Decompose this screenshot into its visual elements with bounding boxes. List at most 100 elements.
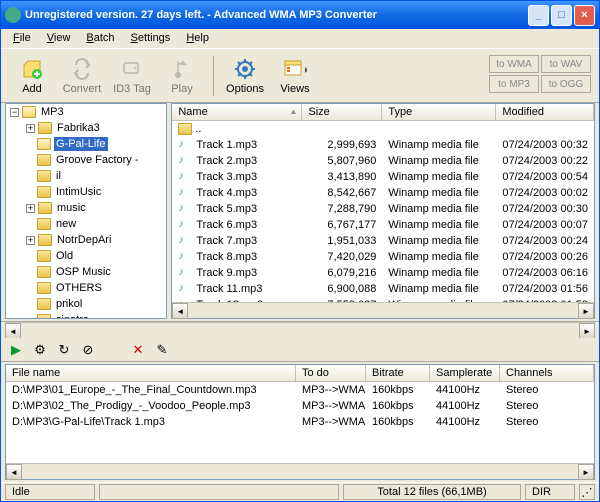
folder-icon — [37, 186, 51, 198]
toolbar: Add Convert ID3 Tag Play Options Views t… — [1, 49, 599, 103]
scroll-right-button[interactable]: ► — [578, 303, 594, 319]
file-row[interactable]: Track 1.mp3 2,999,693 Winamp media file … — [172, 137, 594, 153]
queue-edit-button[interactable]: ✎ — [153, 341, 171, 359]
folder-tree[interactable]: −MP3 + Fabrika3G-Pal-LifeGroove Factory -i… — [5, 103, 167, 319]
sort-asc-icon: ▲ — [289, 107, 297, 116]
folder-icon — [37, 250, 51, 262]
queue-toolbar: ▶ ⚙ ↻ ⊘ ✕ ✎ — [1, 338, 599, 362]
mp3-icon — [178, 266, 192, 280]
scroll-track[interactable] — [22, 464, 578, 479]
scroll-right-button[interactable]: ► — [579, 323, 595, 339]
to-mp3-button[interactable]: to MP3 — [489, 75, 539, 93]
up-dir-row[interactable]: .. — [172, 121, 594, 137]
scroll-right-button[interactable]: ► — [578, 464, 594, 480]
tree-node[interactable]: +NotrDepAri — [6, 232, 166, 248]
menu-batch[interactable]: Batch — [78, 29, 122, 48]
queue-header-samplerate[interactable]: Samplerate — [430, 365, 500, 381]
queue-header-todo[interactable]: To do — [296, 365, 366, 381]
queue-header-bitrate[interactable]: Bitrate — [366, 365, 430, 381]
folder-open-icon — [22, 106, 36, 118]
tree-node[interactable]: OSP Music — [6, 264, 166, 280]
options-button[interactable]: Options — [222, 53, 268, 99]
tree-node[interactable]: new — [6, 216, 166, 232]
tree-node[interactable]: OTHERS — [6, 280, 166, 296]
tree-label: Fabrika3 — [55, 121, 102, 135]
file-row[interactable]: Track 6.mp3 6,767,177 Winamp media file … — [172, 217, 594, 233]
views-label: Views — [280, 83, 309, 95]
titlebar[interactable]: Unregistered version. 27 days left. - Ad… — [1, 1, 599, 29]
menu-settings[interactable]: Settings — [123, 29, 179, 48]
convert-icon — [70, 57, 94, 81]
collapse-icon[interactable]: − — [10, 108, 19, 117]
close-button[interactable]: × — [574, 5, 595, 26]
queue-panel: File name To do Bitrate Samplerate Chann… — [5, 364, 595, 480]
tree-node[interactable]: sinatra — [6, 312, 166, 319]
add-button[interactable]: Add — [9, 53, 55, 99]
queue-clear-button[interactable]: ⊘ — [79, 341, 97, 359]
play-button[interactable]: Play — [159, 53, 205, 99]
expand-icon[interactable]: + — [26, 204, 35, 213]
to-wav-button[interactable]: to WAV — [541, 55, 591, 73]
maximize-button[interactable]: □ — [551, 5, 572, 26]
file-row[interactable]: Track 9.mp3 6,079,216 Winamp media file … — [172, 265, 594, 281]
queue-delete-button[interactable]: ✕ — [129, 341, 147, 359]
tree-root-node[interactable]: −MP3 — [6, 104, 166, 120]
file-hscroll[interactable]: ◄ ► — [172, 302, 594, 318]
scroll-left-button[interactable]: ◄ — [5, 323, 21, 339]
tree-node[interactable]: prikol — [6, 296, 166, 312]
to-ogg-button[interactable]: to OGG — [541, 75, 591, 93]
file-row[interactable]: Track 4.mp3 8,542,667 Winamp media file … — [172, 185, 594, 201]
queue-settings-button[interactable]: ⚙ — [31, 341, 49, 359]
to-wma-button[interactable]: to WMA — [489, 55, 539, 73]
tree-node[interactable]: Old — [6, 248, 166, 264]
menu-help[interactable]: Help — [178, 29, 217, 48]
id3tag-button[interactable]: ID3 Tag — [109, 53, 155, 99]
scroll-track[interactable] — [188, 303, 578, 318]
header-type[interactable]: Type — [382, 104, 496, 120]
file-row[interactable]: Track 7.mp3 1,951,033 Winamp media file … — [172, 233, 594, 249]
queue-row[interactable]: D:\MP3\01_Europe_-_The_Final_Countdown.m… — [6, 382, 594, 398]
scroll-left-button[interactable]: ◄ — [172, 303, 188, 319]
queue-reload-button[interactable]: ↻ — [55, 341, 73, 359]
status-total: Total 12 files (66,1MB) — [343, 484, 521, 500]
header-size[interactable]: Size — [302, 104, 382, 120]
queue-row[interactable]: D:\MP3\02_The_Prodigy_-_Voodoo_People.mp… — [6, 398, 594, 414]
tree-node[interactable]: +music — [6, 200, 166, 216]
status-resize-grip[interactable]: ⋰ — [579, 484, 595, 500]
options-icon — [233, 57, 257, 81]
queue-play-button[interactable]: ▶ — [7, 341, 25, 359]
tree-label: Groove Factory - — [54, 153, 141, 167]
menu-file[interactable]: File — [5, 29, 39, 48]
file-row[interactable]: Track 3.mp3 3,413,890 Winamp media file … — [172, 169, 594, 185]
queue-header-channels[interactable]: Channels — [500, 365, 594, 381]
convert-button[interactable]: Convert — [59, 53, 105, 99]
queue-hscroll[interactable]: ◄ ► — [6, 463, 594, 479]
tree-node[interactable]: Groove Factory - — [6, 152, 166, 168]
views-button[interactable]: Views — [272, 53, 318, 99]
expand-icon[interactable]: + — [26, 236, 35, 245]
tree-node[interactable]: G-Pal-Life — [6, 136, 166, 152]
file-row[interactable]: Track 11.mp3 6,900,088 Winamp media file… — [172, 281, 594, 297]
scroll-left-button[interactable]: ◄ — [6, 464, 22, 480]
queue-list[interactable]: D:\MP3\01_Europe_-_The_Final_Countdown.m… — [6, 382, 594, 463]
menu-view[interactable]: View — [39, 29, 79, 48]
mp3-icon — [178, 138, 192, 152]
window-controls: _ □ × — [528, 5, 595, 26]
file-row[interactable]: Track 2.mp3 5,807,960 Winamp media file … — [172, 153, 594, 169]
tree-label: OTHERS — [54, 281, 104, 295]
file-row[interactable]: Track 5.mp3 7,288,790 Winamp media file … — [172, 201, 594, 217]
minimize-button[interactable]: _ — [528, 5, 549, 26]
header-name[interactable]: Name▲ — [172, 104, 302, 120]
header-modified[interactable]: Modified — [496, 104, 594, 120]
queue-row[interactable]: D:\MP3\G-Pal-Life\Track 1.mp3 MP3-->WMA … — [6, 414, 594, 430]
tree-node[interactable]: il — [6, 168, 166, 184]
expand-icon[interactable]: + — [26, 124, 35, 133]
queue-header-filename[interactable]: File name — [6, 365, 296, 381]
mp3-icon — [178, 234, 192, 248]
tree-node[interactable]: + Fabrika3 — [6, 120, 166, 136]
file-row[interactable]: Track 8.mp3 7,420,029 Winamp media file … — [172, 249, 594, 265]
file-list[interactable]: .. Track 1.mp3 2,999,693 Winamp media fi… — [172, 121, 594, 302]
scroll-track[interactable] — [21, 323, 579, 338]
tree-hscroll[interactable]: ◄ ► — [5, 322, 595, 338]
tree-node[interactable]: IntimUsic — [6, 184, 166, 200]
